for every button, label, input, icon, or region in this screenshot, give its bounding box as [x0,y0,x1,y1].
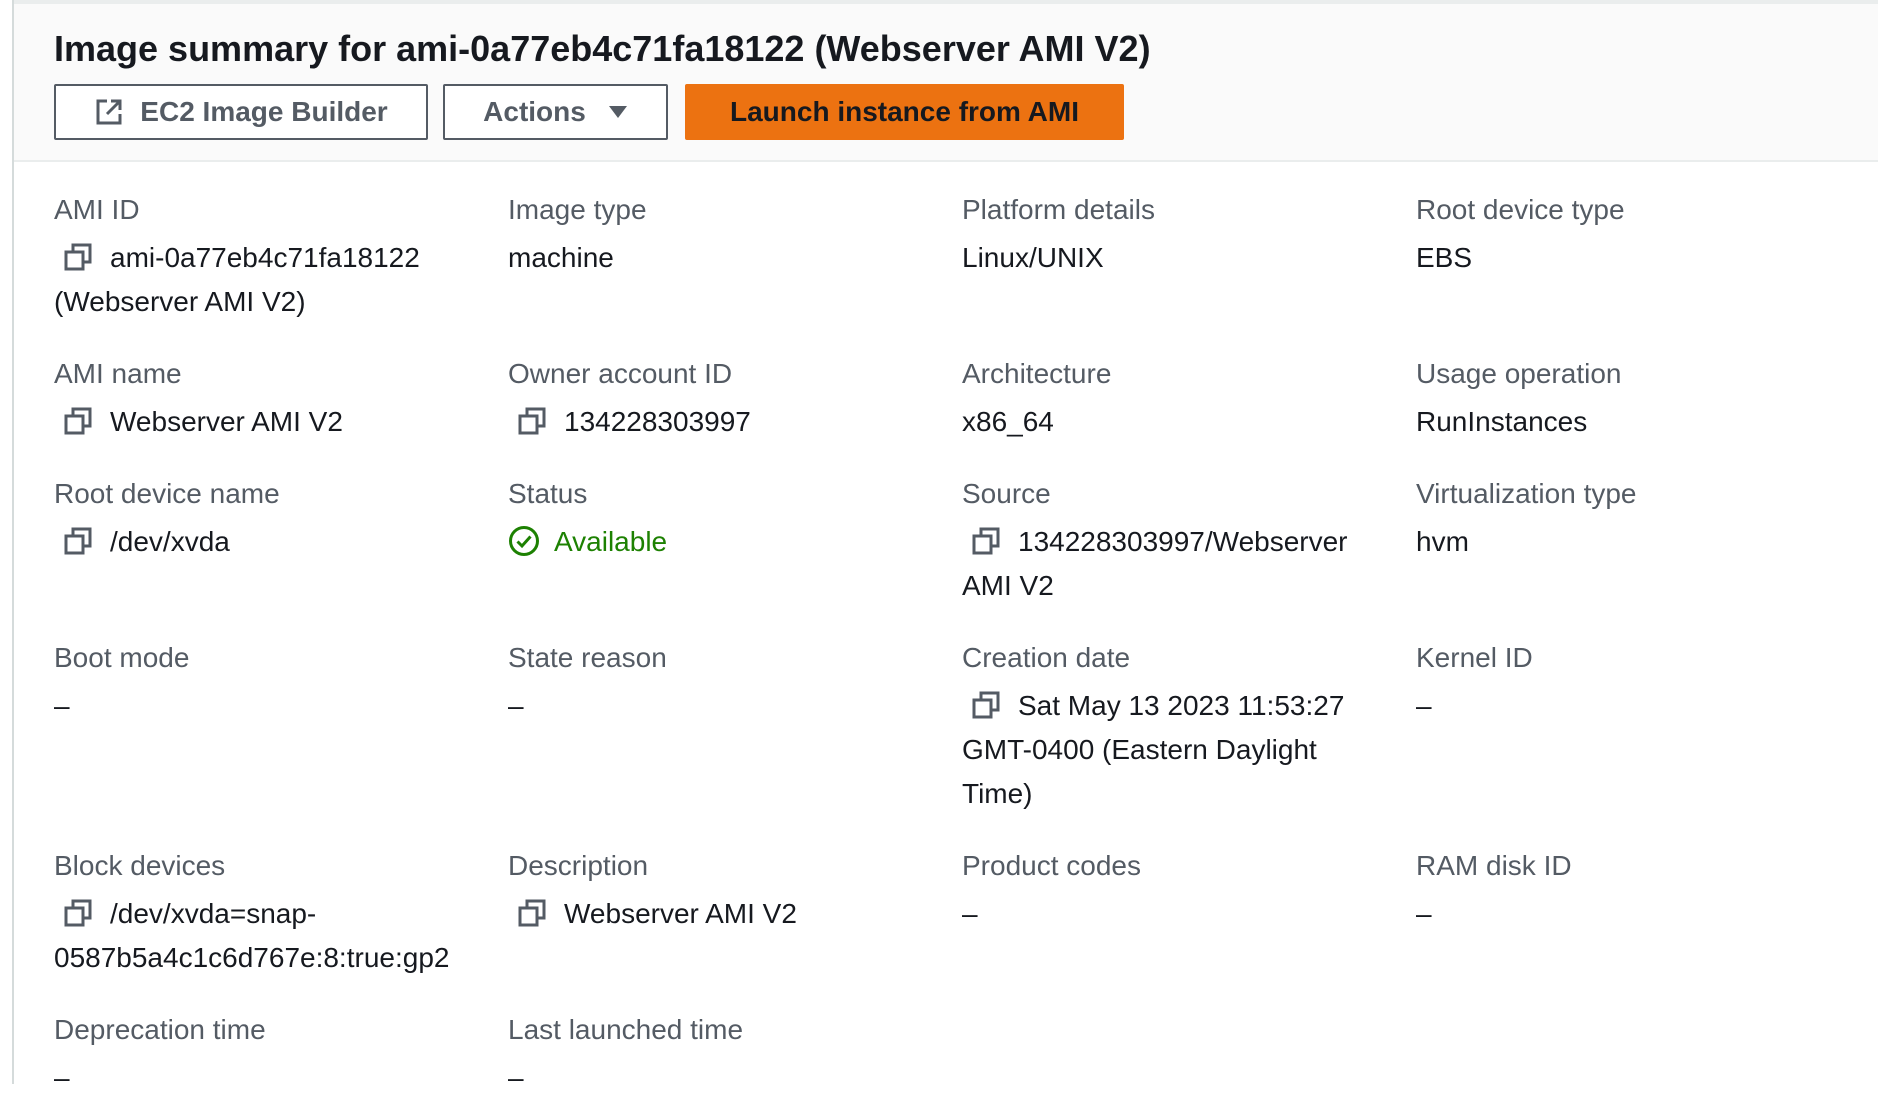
field-label: Source [962,478,1051,509]
ami-name-value: Webserver AMI V2 [110,406,343,437]
field-label: Platform details [962,194,1155,225]
field-virtualization-type: Virtualization type hvm [1416,476,1856,564]
ami-id-value: ami-0a77eb4c71fa18122 [110,242,420,273]
field-value: – [508,690,524,721]
creation-date-tz: GMT-0400 (Eastern Daylight [962,734,1317,765]
field-label: Boot mode [54,642,190,673]
root-device-name-value: /dev/xvda [110,526,230,557]
field-label: Owner account ID [508,358,733,389]
field-usage-operation: Usage operation RunInstances [1416,356,1856,444]
creation-date-value: Sat May 13 2023 11:53:27 [1018,690,1345,721]
field-state-reason: State reason – [508,640,948,728]
field-label: Deprecation time [54,1014,266,1045]
field-kernel-id: Kernel ID – [1416,640,1856,728]
block-devices-value-cont: 0587b5a4c1c6d767e:8:true:gp2 [54,942,450,973]
copy-icon[interactable] [64,899,92,927]
field-label: Usage operation [1416,358,1622,389]
field-value: Linux/UNIX [962,242,1104,273]
field-image-type: Image type machine [508,192,948,280]
field-label: State reason [508,642,667,673]
field-value: Webserver AMI V2 [54,400,494,444]
field-owner-account-id: Owner account ID 134228303997 [508,356,948,444]
field-label: Architecture [962,358,1112,389]
field-description: Description Webserver AMI V2 [508,848,948,936]
field-value: 134228303997/Webserver AMI V2 [962,520,1402,608]
copy-icon[interactable] [64,527,92,555]
field-root-device-name: Root device name /dev/xvda [54,476,494,564]
field-label: Product codes [962,850,1141,881]
source-value-cont: AMI V2 [962,570,1054,601]
field-value: EBS [1416,242,1473,273]
field-label: RAM disk ID [1416,850,1572,881]
status-badge: Available [554,526,668,557]
field-value: – [54,690,70,721]
field-label: Image type [508,194,647,225]
field-block-devices: Block devices /dev/xvda=snap- 0587b5a4c1… [54,848,494,980]
block-devices-value: /dev/xvda=snap- [110,898,317,929]
field-ami-id: AMI ID ami-0a77eb4c71fa18122 (Webserver … [54,192,494,324]
copy-icon[interactable] [972,527,1000,555]
field-value: ami-0a77eb4c71fa18122 (Webserver AMI V2) [54,236,494,324]
field-architecture: Architecture x86_64 [962,356,1402,444]
field-value: Available [508,520,948,564]
field-label: Creation date [962,642,1131,673]
field-value: Webserver AMI V2 [508,892,948,936]
field-value: hvm [1416,526,1469,557]
field-value: /dev/xvda [54,520,494,564]
creation-date-tz-end: Time) [962,778,1033,809]
copy-icon[interactable] [64,243,92,271]
field-label: Kernel ID [1416,642,1533,673]
field-creation-date: Creation date Sat May 13 2023 11:53:27 G… [962,640,1402,816]
field-label: Virtualization type [1416,478,1637,509]
field-value: 134228303997 [508,400,948,444]
copy-icon[interactable] [518,407,546,435]
field-value: – [962,898,978,929]
field-value: Sat May 13 2023 11:53:27 GMT-0400 (Easte… [962,684,1402,816]
field-value: /dev/xvda=snap- 0587b5a4c1c6d767e:8:true… [54,892,494,980]
field-platform-details: Platform details Linux/UNIX [962,192,1402,280]
copy-icon[interactable] [972,691,1000,719]
field-label: AMI ID [54,194,140,225]
ami-id-suffix: (Webserver AMI V2) [54,286,306,317]
field-value: RunInstances [1416,406,1588,437]
ami-summary-panel: Image summary for ami-0a77eb4c71fa18122 … [0,0,1878,1093]
check-circle-icon [509,526,539,556]
field-label: Root device type [1416,194,1625,225]
field-value: x86_64 [962,406,1054,437]
field-deprecation-time: Deprecation time – [54,1012,494,1100]
description-value: Webserver AMI V2 [564,898,797,929]
field-label: Root device name [54,478,280,509]
details-grid: AMI ID ami-0a77eb4c71fa18122 (Webserver … [0,0,1878,1093]
field-status: Status Available [508,476,948,564]
field-value: – [54,1062,70,1093]
field-value: – [508,1062,524,1093]
field-product-codes: Product codes – [962,848,1402,936]
copy-icon[interactable] [518,899,546,927]
field-label: Description [508,850,649,881]
field-root-device-type: Root device type EBS [1416,192,1856,280]
field-ram-disk-id: RAM disk ID – [1416,848,1856,936]
field-value: – [1416,898,1432,929]
field-boot-mode: Boot mode – [54,640,494,728]
field-last-launched-time: Last launched time – [508,1012,948,1100]
field-source: Source 134228303997/Webserver AMI V2 [962,476,1402,608]
field-label: Status [508,478,588,509]
owner-account-id-value: 134228303997 [564,406,751,437]
copy-icon[interactable] [64,407,92,435]
field-ami-name: AMI name Webserver AMI V2 [54,356,494,444]
field-label: Block devices [54,850,226,881]
field-value: machine [508,242,614,273]
source-value: 134228303997/Webserver [1018,526,1348,557]
field-value: – [1416,690,1432,721]
field-label: Last launched time [508,1014,744,1045]
field-label: AMI name [54,358,182,389]
